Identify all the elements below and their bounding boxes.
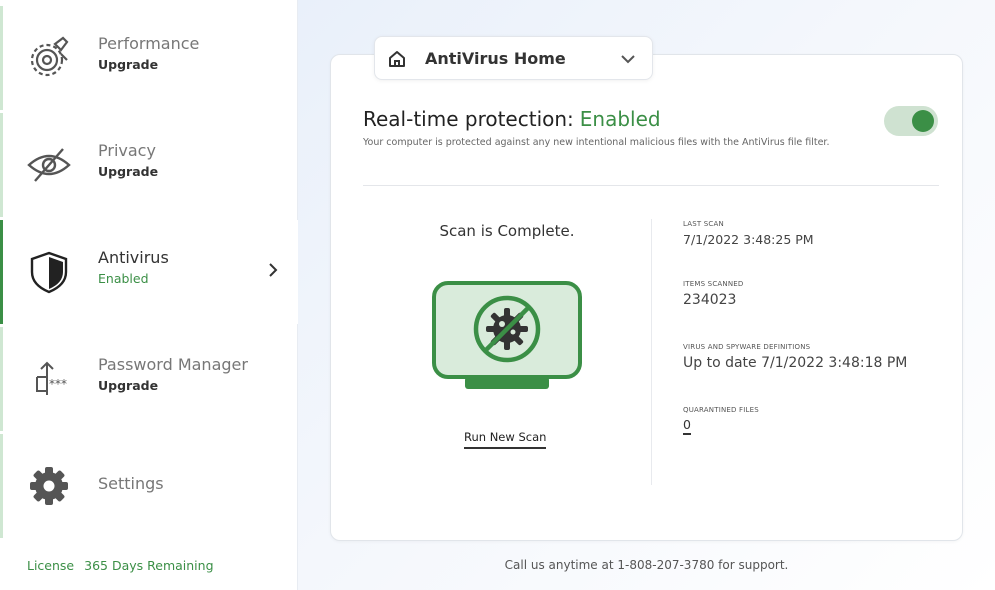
quarantined-files-label: QUARANTINED FILES	[683, 406, 759, 414]
sidebar: Performance Upgrade Privacy Upgrade Anti…	[0, 0, 298, 590]
gear-icon	[25, 462, 73, 510]
sidebar-item-label: Privacy	[98, 141, 156, 160]
quarantined-files-link[interactable]: 0	[683, 417, 691, 435]
sidebar-item-label: Performance	[98, 34, 200, 53]
sidebar-item-status: Upgrade	[98, 378, 159, 393]
password-key-icon: ***	[25, 355, 73, 403]
realtime-protection-label: Real-time protection:	[363, 107, 574, 131]
last-scan-value: 7/1/2022 3:48:25 PM	[683, 232, 814, 247]
sidebar-item-settings[interactable]: Settings	[0, 434, 298, 538]
items-scanned-label: ITEMS SCANNED	[683, 280, 744, 288]
run-new-scan-button[interactable]: Run New Scan	[464, 430, 547, 449]
svg-text:***: ***	[49, 377, 67, 391]
support-text: Call us anytime at 1-808-207-3780 for su…	[504, 558, 789, 572]
sidebar-item-antivirus[interactable]: Antivirus Enabled	[0, 220, 298, 324]
sidebar-item-status: Enabled	[98, 271, 149, 286]
dropdown-label: AntiVirus Home	[425, 49, 566, 68]
license-value: 365 Days Remaining	[84, 558, 214, 573]
home-icon	[387, 49, 407, 69]
sidebar-item-password-manager[interactable]: *** Password Manager Upgrade	[0, 327, 298, 431]
last-scan-label: LAST SCAN	[683, 220, 724, 228]
realtime-protection-status: Enabled	[579, 107, 661, 131]
chevron-right-icon	[265, 262, 281, 278]
sidebar-item-label: Password Manager	[98, 355, 248, 374]
sidebar-item-performance[interactable]: Performance Upgrade	[0, 6, 298, 110]
toggle-knob	[912, 110, 934, 132]
eye-slash-icon	[25, 141, 73, 189]
license-info: License 365 Days Remaining	[27, 558, 214, 573]
divider	[363, 185, 939, 186]
definitions-value: Up to date 7/1/2022 3:48:18 PM	[683, 355, 908, 371]
no-virus-monitor-icon	[431, 280, 583, 392]
divider	[651, 219, 652, 485]
realtime-protection-description: Your computer is protected against any n…	[363, 137, 830, 148]
sidebar-item-status: Upgrade	[98, 164, 159, 179]
realtime-protection-heading: Real-time protection: Enabled	[363, 107, 661, 131]
definitions-label: VIRUS AND SPYWARE DEFINITIONS	[683, 343, 811, 351]
shield-icon	[25, 248, 73, 296]
license-label: License	[27, 558, 75, 573]
antivirus-home-dropdown[interactable]: AntiVirus Home	[374, 36, 653, 80]
realtime-protection-toggle[interactable]	[884, 106, 938, 136]
sidebar-item-status: Upgrade	[98, 57, 159, 72]
chevron-down-icon	[620, 51, 636, 67]
antivirus-card: Real-time protection: Enabled Your comput…	[330, 54, 963, 541]
main-panel: Real-time protection: Enabled Your comput…	[298, 0, 995, 590]
sidebar-item-label: Antivirus	[98, 248, 169, 267]
performance-gear-icon	[25, 34, 73, 82]
scan-status: Scan is Complete.	[439, 222, 575, 240]
sidebar-item-privacy[interactable]: Privacy Upgrade	[0, 113, 298, 217]
items-scanned-value: 234023	[683, 292, 737, 308]
sidebar-item-label: Settings	[98, 474, 164, 493]
